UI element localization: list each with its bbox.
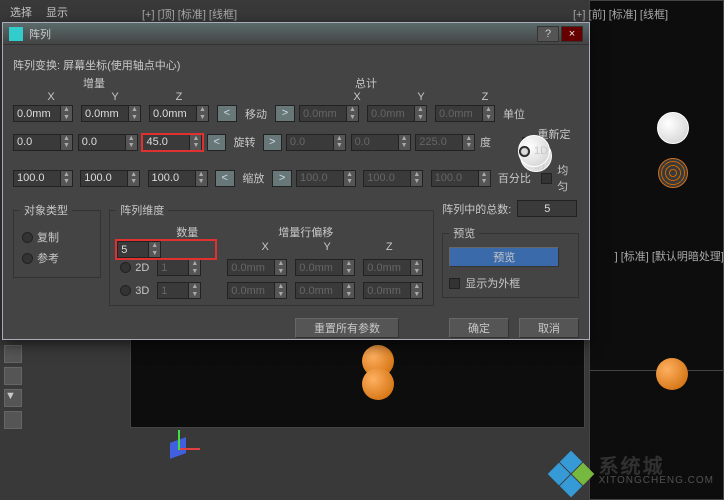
scl-tz[interactable]: ▲▼: [431, 170, 494, 187]
radio-copy[interactable]: 复制: [22, 229, 92, 245]
rot-ty[interactable]: ▲▼: [351, 134, 412, 151]
d2-y[interactable]: ▲▼: [295, 259, 359, 276]
dim-z: Z: [360, 241, 418, 253]
unit-scl: 百分比: [498, 170, 538, 186]
dim-legend: 阵列维度: [116, 202, 168, 218]
ok-button[interactable]: 确定: [449, 318, 509, 338]
tool-1[interactable]: [4, 345, 22, 363]
total-value: [517, 200, 577, 217]
rot-tz[interactable]: ▲▼: [415, 134, 476, 151]
op-scale: 缩放: [239, 170, 269, 186]
axis-gizmo[interactable]: [160, 430, 200, 470]
reset-button[interactable]: 重置所有参数: [295, 318, 399, 338]
move-ty[interactable]: ▲▼: [367, 105, 431, 122]
op-rotate: 旋转: [230, 134, 258, 150]
d3-x[interactable]: ▲▼: [227, 282, 291, 299]
scl-right[interactable]: >: [272, 170, 292, 187]
scl-iz[interactable]: ▲▼: [148, 170, 211, 187]
rot-iy[interactable]: ▲▼: [78, 134, 139, 151]
array-dialog: 阵列 ? × 阵列变换: 屏幕坐标(使用轴点中心) 增量 总计 XYZ XYZ …: [2, 22, 590, 340]
d3-z[interactable]: ▲▼: [363, 282, 427, 299]
move-iy[interactable]: ▲▼: [81, 105, 145, 122]
radio-reference[interactable]: 参考: [22, 250, 92, 266]
incremental-label: 增量: [83, 75, 105, 91]
dim-y: Y: [298, 241, 356, 253]
watermark-cn: 系统城: [599, 460, 714, 474]
total-label: 阵列中的总数:: [442, 201, 511, 217]
rot-ix[interactable]: ▲▼: [13, 134, 74, 151]
scl-iy[interactable]: ▲▼: [80, 170, 143, 187]
scl-ix[interactable]: ▲▼: [13, 170, 76, 187]
rot-left[interactable]: <: [207, 134, 226, 151]
d3-y[interactable]: ▲▼: [295, 282, 359, 299]
preview-legend: 预览: [449, 225, 479, 241]
help-button[interactable]: ?: [537, 26, 559, 42]
tool-3[interactable]: ▼: [4, 389, 22, 407]
viewport-label-top[interactable]: [+] [顶] [标准] [线框]: [142, 6, 237, 22]
d2-z[interactable]: ▲▼: [363, 259, 427, 276]
titlebar[interactable]: 阵列 ? ×: [3, 23, 589, 45]
count-1d[interactable]: ▲▼: [117, 241, 165, 258]
menu-bar: 选择 显示: [2, 2, 76, 23]
move-tz[interactable]: ▲▼: [435, 105, 499, 122]
close-button[interactable]: ×: [561, 26, 583, 42]
watermark: 系统城 XITONGCHENG.COM: [551, 454, 714, 494]
unit-rot: 度: [480, 134, 518, 150]
app-icon: [9, 27, 23, 41]
dim-x: X: [236, 241, 294, 253]
wire-sphere[interactable]: [658, 158, 688, 188]
preview-button[interactable]: 预览: [449, 247, 559, 267]
scl-ty[interactable]: ▲▼: [363, 170, 426, 187]
side-toolbar: ▼: [4, 345, 24, 433]
menu-display[interactable]: 显示: [46, 4, 68, 20]
hdr-tx: X: [325, 91, 389, 103]
dialog-title: 阵列: [29, 26, 51, 42]
count-hdr: 数量: [164, 224, 210, 240]
radio-1d[interactable]: 1D: [518, 135, 550, 167]
hdr-y: Y: [83, 91, 147, 103]
radio-2d[interactable]: 2D: [120, 262, 149, 274]
scl-tx[interactable]: ▲▼: [296, 170, 359, 187]
op-move: 移动: [241, 106, 271, 122]
scl-left[interactable]: <: [215, 170, 235, 187]
viewport-label-front[interactable]: [+] [前] [标准] [线框]: [573, 6, 668, 22]
totals-label: 总计: [355, 75, 377, 91]
move-iz[interactable]: ▲▼: [149, 105, 213, 122]
move-ix[interactable]: ▲▼: [13, 105, 77, 122]
transform-header: 阵列变换: 屏幕坐标(使用轴点中心): [13, 57, 579, 73]
cancel-button[interactable]: 取消: [519, 318, 579, 338]
menu-select[interactable]: 选择: [10, 4, 32, 20]
sphere-c[interactable]: [656, 358, 688, 390]
move-right[interactable]: >: [275, 105, 295, 122]
object-type-group: 对象类型 复制 实例 参考: [13, 202, 101, 278]
count-3d[interactable]: ▲▼: [157, 282, 205, 299]
count-2d[interactable]: ▲▼: [157, 259, 205, 276]
tool-2[interactable]: [4, 367, 22, 385]
rot-right[interactable]: >: [263, 134, 282, 151]
array-dimensions-group: 阵列维度 数量 增量行偏移 1D ▲▼ X Y Z 2D: [109, 202, 434, 306]
viewport-label-persp[interactable]: ] [标准] [默认明暗处理]: [615, 248, 724, 264]
tool-4[interactable]: [4, 411, 22, 429]
d2-x[interactable]: ▲▼: [227, 259, 291, 276]
rot-iz[interactable]: ▲▼: [142, 134, 203, 151]
radio-3d[interactable]: 3D: [120, 285, 149, 297]
preview-group: 预览 预览 显示为外框: [442, 225, 579, 298]
move-tx[interactable]: ▲▼: [299, 105, 363, 122]
sphere-b[interactable]: [362, 368, 394, 400]
hdr-z: Z: [147, 91, 211, 103]
hdr-ty: Y: [389, 91, 453, 103]
watermark-logo: [551, 454, 591, 494]
hdr-x: X: [19, 91, 83, 103]
selected-sphere[interactable]: [657, 112, 689, 144]
rowoff-hdr: 增量行偏移: [278, 224, 333, 240]
object-type-legend: 对象类型: [20, 202, 72, 218]
hdr-tz: Z: [453, 91, 517, 103]
watermark-en: XITONGCHENG.COM: [599, 474, 714, 488]
wire-check[interactable]: 显示为外框: [449, 275, 572, 291]
rot-tx[interactable]: ▲▼: [286, 134, 347, 151]
unit-move: 单位: [503, 106, 543, 122]
move-left[interactable]: <: [217, 105, 237, 122]
